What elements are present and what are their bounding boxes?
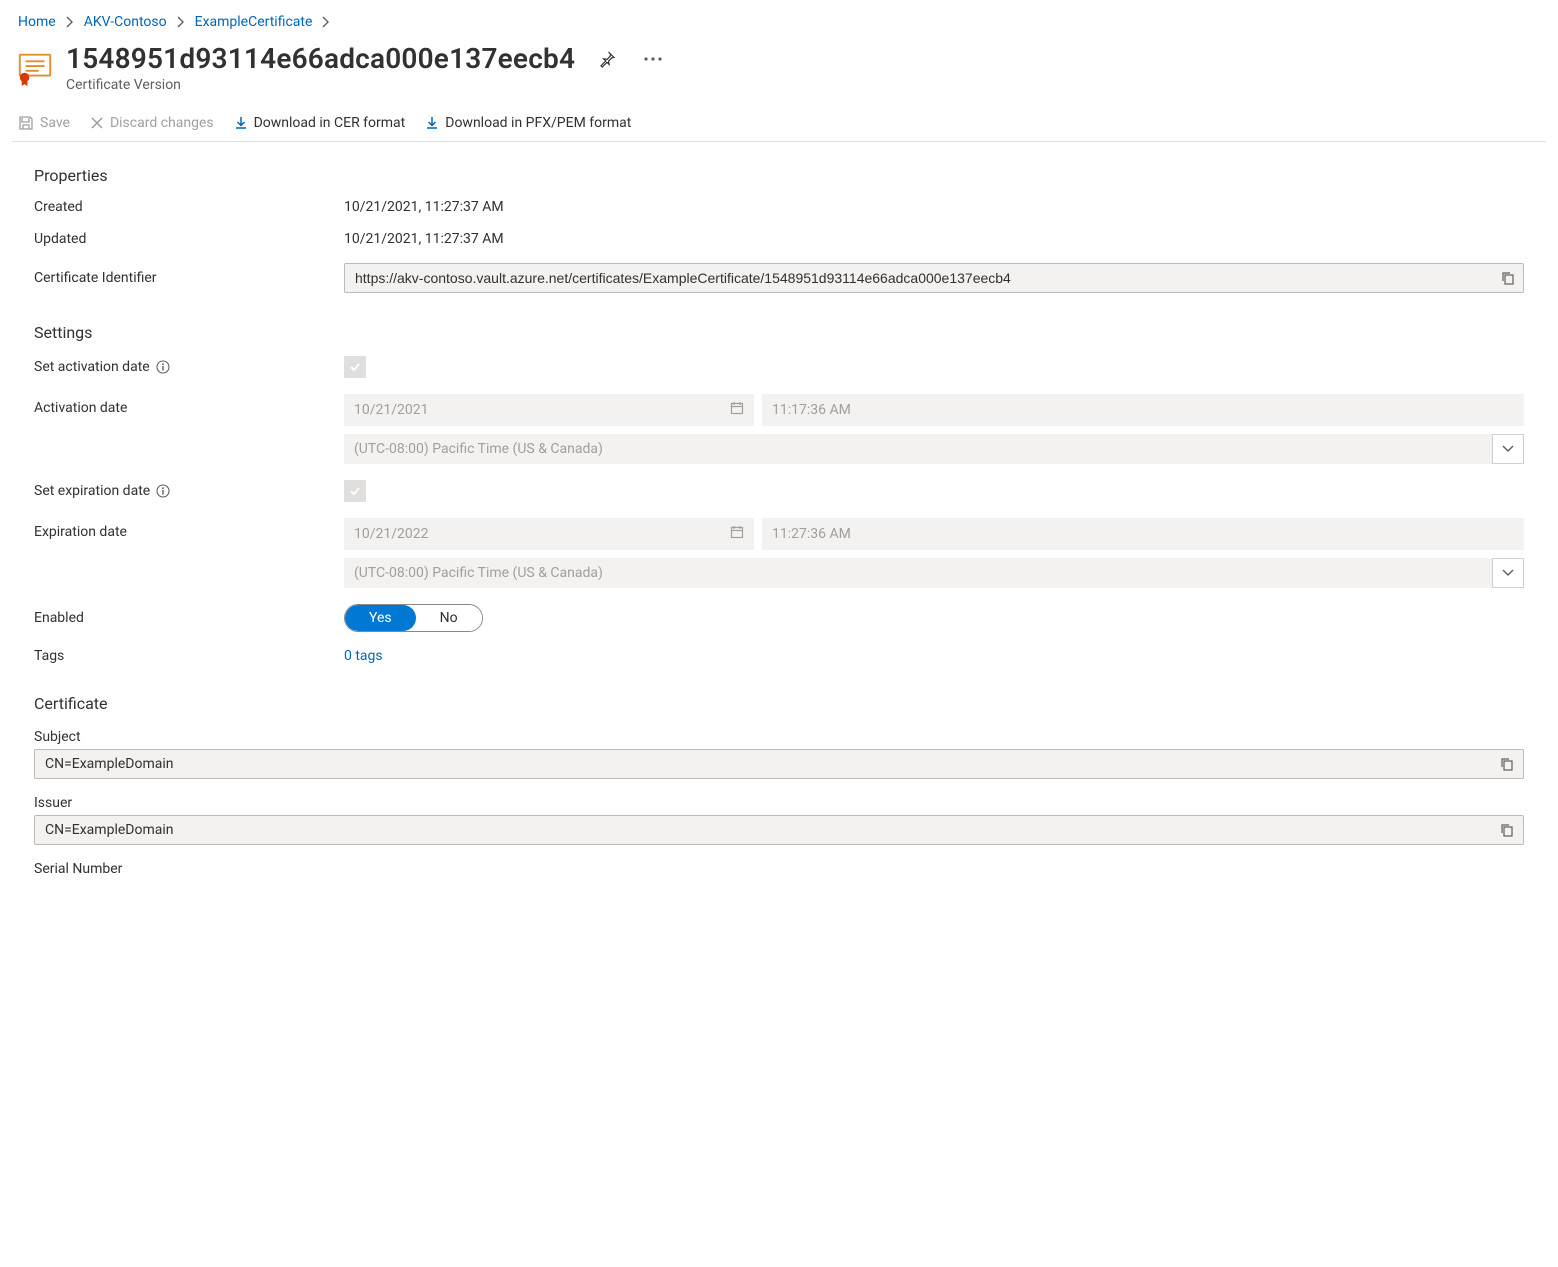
created-label: Created bbox=[34, 199, 344, 215]
page-title: 1548951d93114e66adca000e137eecb4 bbox=[66, 42, 575, 75]
breadcrumb-vault[interactable]: AKV-Contoso bbox=[84, 14, 167, 30]
activation-date-input: 10/21/2021 bbox=[344, 394, 754, 426]
page-header: 1548951d93114e66adca000e137eecb4 Certifi… bbox=[12, 42, 1546, 99]
identifier-input[interactable] bbox=[344, 263, 1524, 293]
section-properties: Properties bbox=[34, 166, 1524, 185]
calendar-icon bbox=[730, 525, 744, 543]
activation-date-label: Activation date bbox=[34, 394, 344, 416]
calendar-icon bbox=[730, 401, 744, 419]
pin-button[interactable] bbox=[593, 45, 621, 73]
issuer-input[interactable]: CN=ExampleDomain bbox=[34, 815, 1524, 845]
page-subtitle: Certificate Version bbox=[66, 77, 667, 93]
save-icon bbox=[18, 115, 34, 131]
chevron-down-icon bbox=[1492, 434, 1524, 464]
breadcrumb-home[interactable]: Home bbox=[18, 14, 56, 30]
set-expiration-checkbox bbox=[344, 480, 366, 502]
enabled-yes[interactable]: Yes bbox=[345, 605, 416, 631]
download-icon bbox=[234, 116, 248, 130]
download-cer-label: Download in CER format bbox=[254, 115, 406, 131]
section-certificate: Certificate bbox=[34, 694, 1524, 713]
section-settings: Settings bbox=[34, 323, 1524, 342]
copy-button[interactable] bbox=[1497, 820, 1517, 840]
download-pfx-button[interactable]: Download in PFX/PEM format bbox=[425, 115, 631, 131]
set-expiration-label: Set expiration date bbox=[34, 483, 344, 499]
download-icon bbox=[425, 116, 439, 130]
expiration-date-input: 10/21/2022 bbox=[344, 518, 754, 550]
save-button: Save bbox=[18, 115, 70, 131]
discard-button: Discard changes bbox=[90, 115, 214, 131]
breadcrumb-certificate[interactable]: ExampleCertificate bbox=[195, 14, 313, 30]
download-pfx-label: Download in PFX/PEM format bbox=[445, 115, 631, 131]
download-cer-button[interactable]: Download in CER format bbox=[234, 115, 406, 131]
tags-link[interactable]: 0 tags bbox=[344, 648, 383, 664]
info-icon[interactable] bbox=[156, 484, 170, 498]
expiration-time-input: 11:27:36 AM bbox=[762, 518, 1524, 550]
copy-button[interactable] bbox=[1497, 754, 1517, 774]
subject-label: Subject bbox=[34, 729, 1524, 745]
breadcrumb: Home AKV-Contoso ExampleCertificate bbox=[12, 10, 1546, 42]
enabled-no[interactable]: No bbox=[416, 605, 482, 631]
activation-timezone-select: (UTC-08:00) Pacific Time (US & Canada) bbox=[344, 434, 1524, 464]
chevron-right-icon bbox=[322, 16, 330, 28]
set-activation-label: Set activation date bbox=[34, 359, 344, 375]
info-icon[interactable] bbox=[156, 360, 170, 374]
expiration-date-label: Expiration date bbox=[34, 518, 344, 540]
issuer-label: Issuer bbox=[34, 795, 1524, 811]
created-value: 10/21/2021, 11:27:37 AM bbox=[344, 199, 1524, 215]
command-bar: Save Discard changes Download in CER for… bbox=[12, 105, 1546, 142]
certificate-icon bbox=[16, 48, 54, 86]
discard-label: Discard changes bbox=[110, 115, 214, 131]
expiration-timezone-select: (UTC-08:00) Pacific Time (US & Canada) bbox=[344, 558, 1524, 588]
copy-button[interactable] bbox=[1498, 268, 1518, 288]
chevron-down-icon bbox=[1492, 558, 1524, 588]
activation-time-input: 11:17:36 AM bbox=[762, 394, 1524, 426]
tags-label: Tags bbox=[34, 648, 344, 664]
more-button[interactable] bbox=[639, 45, 667, 73]
enabled-toggle[interactable]: Yes No bbox=[344, 604, 483, 632]
serial-number-label: Serial Number bbox=[34, 861, 1524, 877]
enabled-label: Enabled bbox=[34, 610, 344, 626]
close-icon bbox=[90, 116, 104, 130]
identifier-label: Certificate Identifier bbox=[34, 270, 344, 286]
chevron-right-icon bbox=[177, 16, 185, 28]
set-activation-checkbox bbox=[344, 356, 366, 378]
updated-value: 10/21/2021, 11:27:37 AM bbox=[344, 231, 1524, 247]
chevron-right-icon bbox=[66, 16, 74, 28]
updated-label: Updated bbox=[34, 231, 344, 247]
subject-input[interactable]: CN=ExampleDomain bbox=[34, 749, 1524, 779]
save-label: Save bbox=[40, 115, 70, 131]
